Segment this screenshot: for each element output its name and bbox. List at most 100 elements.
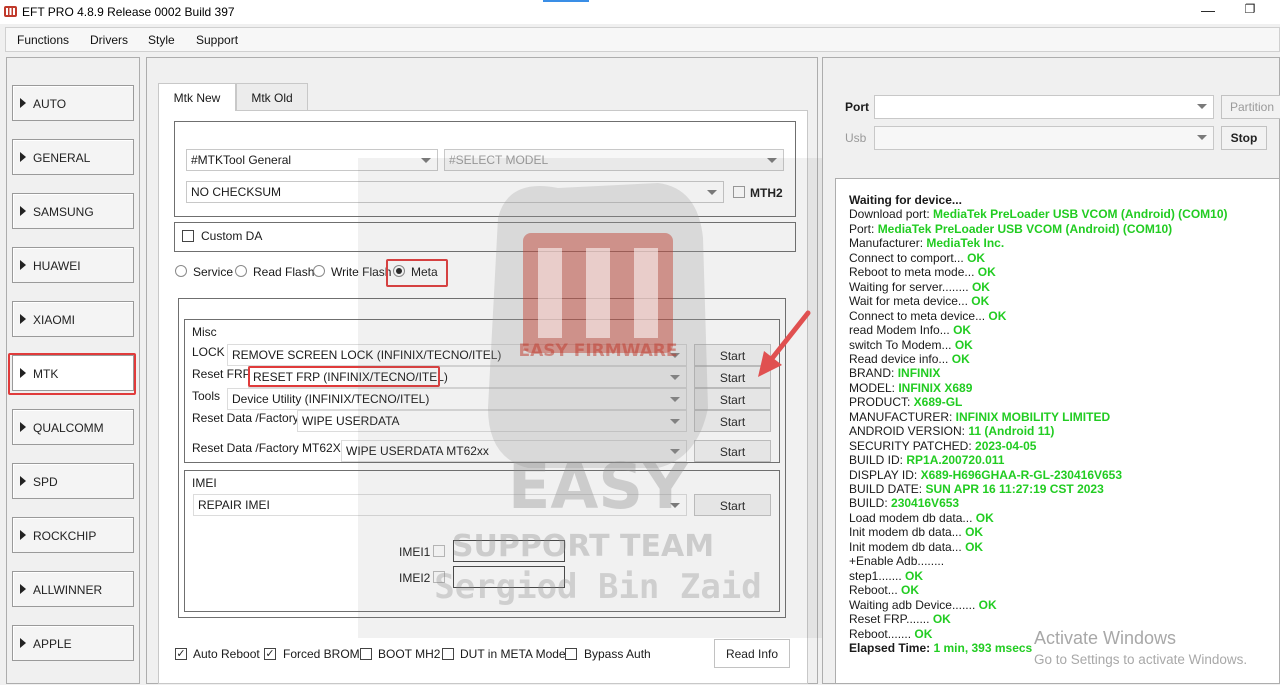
tools-select[interactable]: Device Utility (INFINIX/TECNO/ITEL) (227, 388, 687, 410)
brand-qualcomm-button[interactable]: QUALCOMM (12, 409, 134, 445)
brand-spd-button[interactable]: SPD (12, 463, 134, 499)
log-line: Download port: MediaTek PreLoader USB VC… (849, 207, 1228, 221)
log-line: Port: MediaTek PreLoader USB VCOM (Andro… (849, 222, 1172, 236)
log-line: Waiting for device... (849, 193, 962, 207)
brand-apple-button[interactable]: APPLE (12, 625, 134, 661)
minimize-icon[interactable]: — (1196, 2, 1220, 22)
tool-type-select[interactable]: #MTKTool General (186, 149, 438, 171)
usb-select[interactable] (874, 126, 1214, 150)
imei-select[interactable]: REPAIR IMEI (193, 494, 687, 516)
custom-da-group (174, 222, 796, 252)
lock-label: LOCK (192, 345, 225, 359)
boot-mh2-checkbox[interactable] (360, 648, 372, 660)
mth2-checkbox[interactable] (733, 186, 745, 198)
tab-mtk-new[interactable]: Mtk New (158, 83, 236, 111)
log-text: PRODUCT: (849, 395, 914, 410)
reset-data-select[interactable]: WIPE USERDATA (297, 410, 687, 432)
dut-meta-checkbox[interactable] (442, 648, 454, 660)
menu-support[interactable]: Support (196, 33, 238, 47)
log-value: OK (975, 510, 994, 525)
imei2-field[interactable] (453, 566, 565, 588)
brand-huawei-button[interactable]: HUAWEI (12, 247, 134, 283)
dropdown-arrow-icon (767, 158, 777, 163)
log-value: OK (965, 539, 984, 554)
log-value: MediaTek Inc. (926, 236, 1005, 251)
reset-data-mt62-start-button[interactable]: Start (694, 440, 771, 462)
port-select[interactable] (874, 95, 1214, 119)
log-text: +Enable Adb........ (849, 554, 945, 569)
brand-general-button[interactable]: GENERAL (12, 139, 134, 175)
menu-style[interactable]: Style (148, 33, 175, 47)
log-line: switch To Modem... OK (849, 338, 973, 352)
reset-data-mt62-select[interactable]: WIPE USERDATA MT62xx (341, 440, 687, 462)
mode-service-radio[interactable] (175, 265, 187, 277)
imei1-checkbox[interactable] (433, 545, 445, 557)
eft-logo-icon (4, 5, 17, 18)
log-text: MANUFACTURER: (849, 409, 956, 424)
activate-windows-subtitle: Go to Settings to activate Windows. (1034, 652, 1248, 667)
log-text: Elapsed Time: (849, 640, 934, 655)
tab-mtk-old[interactable]: Mtk Old (236, 83, 308, 110)
red-arrow-annotation (758, 310, 811, 377)
auto-reboot-checkbox[interactable]: ✓ (175, 648, 187, 660)
log-line: read Modem Info... OK (849, 323, 971, 337)
read-info-button[interactable]: Read Info (714, 639, 790, 668)
lock-select[interactable]: REMOVE SCREEN LOCK (INFINIX/TECNO/ITEL) (227, 344, 687, 366)
mtk-highlight-box (8, 353, 136, 395)
log-line: MANUFACTURER: INFINIX MOBILITY LIMITED (849, 410, 1110, 424)
restore-icon[interactable]: ❐ (1238, 2, 1262, 22)
imei2-checkbox[interactable] (433, 571, 445, 583)
log-text: MODEL: (849, 380, 899, 395)
stop-button[interactable]: Stop (1221, 126, 1267, 150)
misc-title: Misc (192, 325, 217, 339)
log-text: Load modem db data... (849, 510, 976, 525)
expand-arrow-icon (20, 476, 26, 486)
mode-read-flash-radio[interactable] (235, 265, 247, 277)
imei1-field[interactable] (453, 540, 565, 562)
log-text: BUILD DATE: (849, 482, 926, 496)
custom-da-checkbox[interactable] (182, 230, 194, 242)
log-value: 1 min, 393 msecs (933, 640, 1033, 655)
reset-data-start-button[interactable]: Start (694, 410, 771, 432)
tools-start-button[interactable]: Start (694, 388, 771, 410)
dropdown-arrow-icon (670, 449, 680, 454)
reset-data-label: Reset Data /Factory (192, 411, 299, 425)
meta-highlight-box (386, 259, 448, 287)
log-line: Wait for meta device... OK (849, 294, 989, 308)
log-value: RP1A.200720.011 (906, 453, 1005, 468)
dropdown-arrow-icon (707, 190, 717, 195)
log-value: MediaTek PreLoader USB VCOM (Android) (C… (933, 207, 1228, 222)
imei-start-button[interactable]: Start (694, 494, 771, 516)
menu-functions[interactable]: Functions (17, 33, 69, 47)
expand-arrow-icon (20, 206, 26, 216)
checksum-select[interactable]: NO CHECKSUM (186, 181, 724, 203)
expand-arrow-icon (20, 530, 26, 540)
expand-arrow-icon (20, 152, 26, 162)
model-select[interactable]: #SELECT MODEL (444, 149, 784, 171)
expand-arrow-icon (20, 584, 26, 594)
log-value: INFINIX (897, 366, 941, 381)
brand-rockchip-button[interactable]: ROCKCHIP (12, 517, 134, 553)
log-text: DISPLAY ID: (849, 467, 921, 482)
brand-allwinner-button[interactable]: ALLWINNER (12, 571, 134, 607)
expand-arrow-icon (20, 638, 26, 648)
port-label: Port (845, 100, 869, 114)
log-text: step1....... (849, 568, 906, 583)
usb-label: Usb (845, 131, 867, 145)
brand-samsung-button[interactable]: SAMSUNG (12, 193, 134, 229)
brand-auto-button[interactable]: AUTO (12, 85, 134, 121)
log-value: OK (905, 568, 924, 583)
activate-windows-title: Activate Windows (1034, 628, 1177, 648)
custom-da-label: Custom DA (201, 229, 263, 243)
log-line: BUILD ID: RP1A.200720.011 (849, 453, 1004, 467)
mode-write-flash-radio[interactable] (313, 265, 325, 277)
bypass-auth-checkbox[interactable] (565, 648, 577, 660)
imei1-label: IMEI1 (399, 545, 431, 559)
model-placeholder: #SELECT MODEL (449, 153, 549, 167)
partition-button[interactable]: Partition (1221, 95, 1280, 119)
reset-data-mt62-value: WIPE USERDATA MT62xx (346, 444, 489, 458)
menu-drivers[interactable]: Drivers (90, 33, 128, 47)
forced-brom-checkbox[interactable]: ✓ (264, 648, 276, 660)
brand-xiaomi-button[interactable]: XIAOMI (12, 301, 134, 337)
log-value: OK (978, 597, 997, 612)
